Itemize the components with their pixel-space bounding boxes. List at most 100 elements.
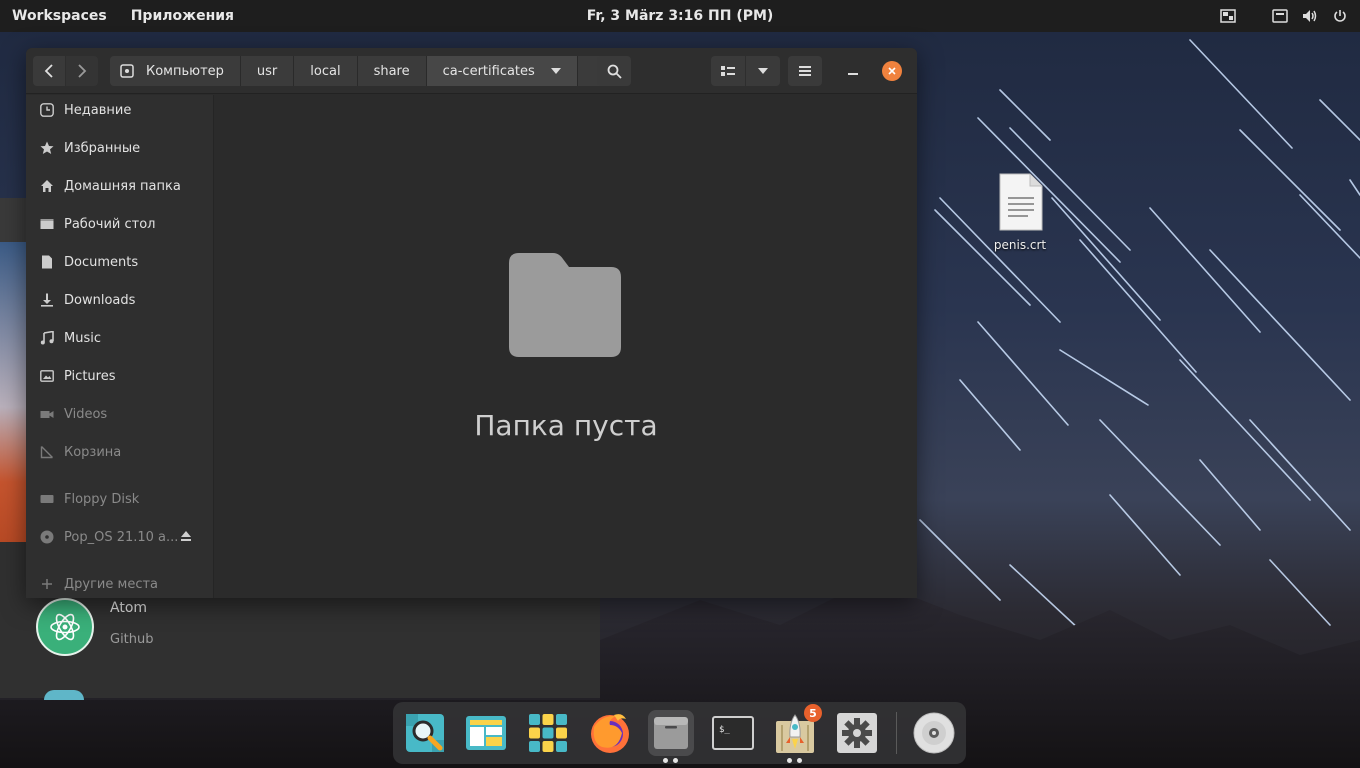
dock-pop-shop[interactable]: 5 (772, 704, 822, 763)
forward-button[interactable] (66, 56, 98, 86)
dock-settings[interactable] (834, 710, 880, 756)
eject-icon[interactable] (180, 530, 192, 546)
app-list-item[interactable]: Atom Github (36, 598, 154, 656)
close-icon (888, 67, 896, 75)
file-view[interactable]: Папка пуста (215, 95, 917, 598)
dock-separator (896, 712, 897, 754)
applications-button[interactable]: Приложения (131, 8, 234, 24)
plus-icon (40, 577, 54, 591)
path-crumb-usr[interactable]: usr (240, 56, 295, 86)
workspaces-button[interactable]: Workspaces (12, 8, 107, 24)
sidebar-item-starred[interactable]: Избранные (26, 133, 214, 163)
chevron-right-icon (78, 64, 87, 78)
minimize-button[interactable] (838, 56, 868, 86)
sidebar-item-pictures[interactable]: Pictures (26, 361, 214, 391)
sidebar-item-floppy[interactable]: Floppy Disk (26, 484, 214, 514)
star-icon (40, 141, 54, 155)
sidebar-item-desktop[interactable]: Рабочий стол (26, 209, 214, 239)
path-bar: Компьютер usr local share ca-certificate… (110, 56, 612, 86)
clock[interactable]: Fr, 3 März 3:16 ПП (PM) (587, 8, 774, 24)
chevron-left-icon (44, 64, 53, 78)
dock-disc-drive[interactable] (911, 710, 957, 756)
desktop-file[interactable]: penis.crt (990, 172, 1050, 252)
window-tiling-icon[interactable] (1220, 8, 1236, 24)
empty-folder-message: Папка пуста (474, 409, 658, 442)
atom-icon (36, 598, 94, 656)
dock-terminal[interactable]: $_ (710, 710, 756, 756)
path-crumb-current[interactable]: ca-certificates (426, 56, 578, 86)
headerbar: Компьютер usr local share ca-certificate… (26, 48, 917, 94)
sidebar-item-label: Pictures (64, 368, 116, 384)
main-menu-button[interactable] (788, 56, 822, 86)
clock-icon (40, 103, 54, 117)
keyboard-icon[interactable] (1272, 8, 1288, 24)
sidebar-item-music[interactable]: Music (26, 323, 214, 353)
path-crumb-local[interactable]: local (294, 56, 358, 86)
dropdown-arrow-icon (550, 68, 561, 74)
volume-icon[interactable] (1302, 8, 1318, 24)
path-crumb-share[interactable]: share (357, 56, 427, 86)
firefox-icon (591, 714, 629, 753)
sidebar-item-label: Documents (64, 254, 139, 270)
search-button[interactable] (597, 56, 631, 86)
dock-files[interactable] (648, 710, 694, 763)
disc-icon (40, 530, 54, 544)
sidebar-item-other-locations[interactable]: Другие места (26, 569, 214, 598)
top-panel: Workspaces Приложения Fr, 3 März 3:16 ПП… (0, 0, 1360, 32)
settings-icon (837, 713, 877, 753)
chevron-down-icon (758, 68, 768, 74)
background-app-image (0, 242, 28, 542)
close-button[interactable] (882, 61, 902, 81)
sidebar-item-recent[interactable]: Недавние (26, 95, 214, 125)
view-options-button[interactable] (746, 56, 780, 86)
sidebar-item-label: Floppy Disk (64, 491, 140, 507)
app-publisher: Github (110, 632, 154, 647)
app-name: Atom (110, 600, 148, 616)
disc-drive-icon (913, 712, 955, 754)
sidebar-item-label: Корзина (64, 444, 122, 460)
desktop-file-label: penis.crt (993, 238, 1047, 252)
sidebar-item-videos[interactable]: Videos (26, 399, 214, 429)
update-count-badge: 5 (804, 704, 822, 722)
dock-firefox[interactable] (587, 710, 633, 756)
sidebar-item-popos-disc[interactable]: Pop_OS 21.10 a... (26, 522, 214, 552)
music-icon (40, 331, 54, 345)
power-icon[interactable] (1332, 8, 1348, 24)
running-indicator (663, 758, 678, 763)
minimize-icon (848, 73, 858, 75)
sidebar-item-label: Домашняя папка (64, 178, 181, 194)
document-icon (40, 255, 54, 269)
sidebar-item-label: Рабочий стол (64, 216, 156, 232)
back-button[interactable] (33, 56, 65, 86)
sidebar-item-trash[interactable]: Корзина (26, 437, 214, 467)
app-grid-icon (529, 714, 567, 752)
folder-icon (509, 253, 621, 357)
sidebar-item-documents[interactable]: Documents (26, 247, 214, 277)
dock-workspaces[interactable] (463, 710, 509, 756)
home-icon (40, 179, 54, 193)
dock-search-app[interactable] (402, 710, 448, 756)
search-app-icon (406, 714, 444, 752)
picture-icon (40, 369, 54, 383)
view-mode-button[interactable] (711, 56, 745, 86)
app-icon-partial (44, 690, 84, 700)
sidebar-item-label: Pop_OS 21.10 a... (64, 529, 179, 545)
sidebar-item-label: Другие места (64, 576, 159, 592)
sidebar-item-home[interactable]: Домашняя папка (26, 171, 214, 201)
hamburger-menu-icon (799, 66, 811, 76)
path-crumb-label: ca-certificates (442, 63, 535, 79)
drive-icon (120, 64, 134, 78)
drive-icon (40, 492, 54, 506)
path-crumb-computer[interactable]: Компьютер (110, 56, 241, 86)
sidebar-item-downloads[interactable]: Downloads (26, 285, 214, 315)
text-file-icon (999, 173, 1043, 231)
list-view-icon (721, 66, 735, 76)
video-icon (40, 407, 54, 421)
svg-text:$_: $_ (719, 725, 730, 735)
sidebar-item-label: Music (64, 330, 101, 346)
file-manager-window: Компьютер usr local share ca-certificate… (26, 48, 917, 598)
trash-icon (40, 445, 54, 459)
dock-app-grid[interactable] (525, 710, 571, 756)
sidebar-item-label: Downloads (64, 292, 136, 308)
sidebar-item-label: Избранные (64, 140, 141, 156)
